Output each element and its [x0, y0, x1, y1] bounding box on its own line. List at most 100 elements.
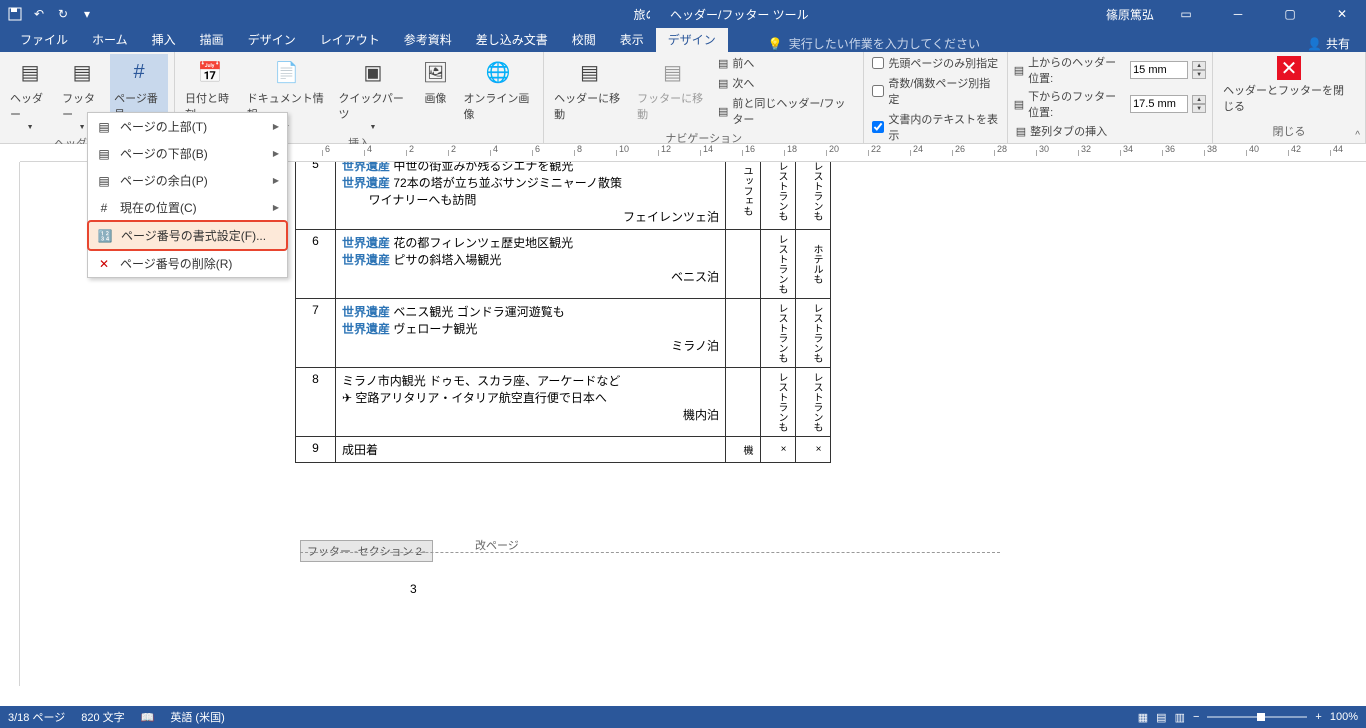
- footer-pos-icon: ▤: [1014, 98, 1024, 111]
- header-icon: ▤: [14, 56, 46, 88]
- insert-align-tab-button[interactable]: ▤整列タブの挿入: [1014, 122, 1206, 140]
- next-icon: ▤: [718, 77, 728, 90]
- group-label-close: 閉じる: [1219, 121, 1359, 141]
- context-tab-label: ヘッダー/フッター ツール: [650, 2, 829, 27]
- page-bottom-icon: ▤: [96, 146, 112, 162]
- close-button[interactable]: ✕: [1322, 0, 1362, 28]
- show-document-text-check[interactable]: 文書内のテキストを表示: [870, 110, 1000, 144]
- language-indicator[interactable]: 英語 (米国): [170, 709, 224, 725]
- bulb-icon: 💡: [768, 37, 783, 51]
- tab-view[interactable]: 表示: [608, 27, 656, 52]
- tab-insert[interactable]: 挿入: [140, 27, 188, 52]
- tab-draw[interactable]: 描画: [188, 27, 236, 52]
- image-icon: 🖼: [419, 56, 451, 88]
- footer-icon: ▤: [66, 56, 98, 88]
- vertical-ruler[interactable]: [0, 162, 20, 686]
- calendar-icon: 📅: [194, 56, 226, 88]
- quick-access-toolbar: ↶ ↻ ▾: [0, 3, 102, 25]
- footer-boundary: [300, 552, 1000, 553]
- menu-current-position[interactable]: #現在の位置(C)▶: [88, 194, 287, 221]
- footer-section-marker: フッター -セクション 2-: [300, 540, 433, 562]
- table-row: 7 世界遺産 ベニス観光 ゴンドラ運河遊覧も 世界遺産 ヴェローナ観光 ミラノ泊…: [296, 299, 831, 368]
- menu-page-bottom[interactable]: ▤ページの下部(B)▶: [88, 140, 287, 167]
- different-first-page-check[interactable]: 先頭ページのみ別指定: [870, 54, 1000, 72]
- page-break-label: 改ページ: [475, 537, 519, 553]
- quickparts-icon: ▣: [357, 56, 389, 88]
- pictures-button[interactable]: 🖼画像: [415, 54, 455, 108]
- quick-parts-button[interactable]: ▣クイックパーツ▼: [334, 54, 411, 133]
- spin-up[interactable]: ▲: [1192, 61, 1206, 70]
- qat-more[interactable]: ▾: [76, 3, 98, 25]
- footer-page-number[interactable]: 3: [410, 582, 417, 596]
- close-hf-button[interactable]: ✕ヘッダーとフッターを閉じる: [1219, 54, 1359, 116]
- remove-icon: ✕: [96, 256, 112, 272]
- link-previous-button[interactable]: ▤前と同じヘッダー/フッター: [716, 94, 857, 128]
- proofing-icon[interactable]: 📖: [141, 711, 155, 724]
- format-icon: 🔢: [97, 228, 113, 244]
- tab-layout[interactable]: レイアウト: [308, 27, 392, 52]
- header-position-input[interactable]: [1130, 61, 1188, 79]
- tab-design[interactable]: デザイン: [236, 27, 308, 52]
- spin-down[interactable]: ▼: [1192, 70, 1206, 79]
- redo-button[interactable]: ↻: [52, 3, 74, 25]
- docinfo-icon: 📄: [271, 56, 303, 88]
- zoom-in-button[interactable]: +: [1315, 711, 1321, 723]
- pagenum-icon: #: [123, 56, 155, 88]
- zoom-slider[interactable]: [1207, 716, 1307, 718]
- page-number-menu: ▤ページの上部(T)▶ ▤ページの下部(B)▶ ▤ページの余白(P)▶ #現在の…: [87, 112, 288, 278]
- header-button[interactable]: ▤ヘッダー▼: [6, 54, 54, 133]
- tab-hf-design[interactable]: デザイン: [656, 27, 728, 52]
- page-top-icon: ▤: [96, 119, 112, 135]
- titlebar: ↶ ↻ ▾ 旅のしおり - Word ヘッダー/フッター ツール 篠原篤弘 ▭ …: [0, 0, 1366, 28]
- ribbon-tabs: ファイル ホーム 挿入 描画 デザイン レイアウト 参考資料 差し込み文書 校閲…: [0, 28, 1366, 52]
- header-pos-icon: ▤: [1014, 64, 1024, 77]
- tell-me-search[interactable]: 💡 実行したい作業を入力してください: [768, 35, 980, 52]
- online-image-icon: 🌐: [482, 56, 514, 88]
- online-pictures-button[interactable]: 🌐オンライン画像: [459, 54, 537, 124]
- view-print-button[interactable]: ▤: [1156, 711, 1166, 724]
- ribbon-options-button[interactable]: ▭: [1166, 0, 1206, 28]
- maximize-button[interactable]: ▢: [1270, 0, 1310, 28]
- menu-remove-page-numbers[interactable]: ✕ページ番号の削除(R): [88, 250, 287, 277]
- table-row: 9 成田着 機 × ×: [296, 437, 831, 463]
- close-hf-icon: ✕: [1277, 56, 1301, 80]
- prev-section-button[interactable]: ▤前へ: [716, 54, 857, 72]
- share-icon: 👤: [1307, 37, 1322, 51]
- user-name: 篠原篤弘: [1106, 6, 1154, 23]
- footer-position-input[interactable]: [1130, 95, 1188, 113]
- different-odd-even-check[interactable]: 奇数/偶数ページ別指定: [870, 74, 1000, 108]
- minimize-button[interactable]: ─: [1218, 0, 1258, 28]
- goto-header-icon: ▤: [574, 56, 606, 88]
- word-count[interactable]: 820 文字: [81, 709, 124, 725]
- zoom-out-button[interactable]: −: [1193, 711, 1199, 723]
- menu-page-top[interactable]: ▤ページの上部(T)▶: [88, 113, 287, 140]
- goto-footer-icon: ▤: [657, 56, 689, 88]
- link-icon: ▤: [718, 105, 728, 118]
- align-tab-icon: ▤: [1016, 125, 1026, 138]
- page-margin-icon: ▤: [96, 173, 112, 189]
- goto-header-button[interactable]: ▤ヘッダーに移動: [550, 54, 629, 124]
- tab-review[interactable]: 校閲: [560, 27, 608, 52]
- menu-format-page-numbers[interactable]: 🔢ページ番号の書式設定(F)...: [87, 220, 288, 251]
- collapse-ribbon-button[interactable]: ^: [1355, 130, 1360, 141]
- next-section-button[interactable]: ▤次へ: [716, 74, 857, 92]
- undo-button[interactable]: ↶: [28, 3, 50, 25]
- ribbon: ▤ヘッダー▼ ▤フッター▼ #ページ番号▼ ヘッダーとフ 📅日付と時刻 📄ドキュ…: [0, 52, 1366, 144]
- table-row: 6 世界遺産 花の都フィレンツェ歴史地区観光 世界遺産 ピサの斜塔入場観光 ベニ…: [296, 230, 831, 299]
- tab-mailings[interactable]: 差し込み文書: [464, 27, 560, 52]
- goto-footer-button: ▤フッターに移動: [633, 54, 712, 124]
- view-web-button[interactable]: ▥: [1175, 711, 1185, 724]
- spin-up[interactable]: ▲: [1192, 95, 1206, 104]
- tab-references[interactable]: 参考資料: [392, 27, 464, 52]
- view-read-button[interactable]: ▦: [1138, 711, 1148, 724]
- page-indicator[interactable]: 3/18 ページ: [8, 709, 65, 725]
- save-button[interactable]: [4, 3, 26, 25]
- status-bar: 3/18 ページ 820 文字 📖 英語 (米国) ▦ ▤ ▥ − + 100%: [0, 706, 1366, 728]
- spin-down[interactable]: ▼: [1192, 104, 1206, 113]
- tab-file[interactable]: ファイル: [8, 27, 80, 52]
- share-button[interactable]: 👤 共有: [1307, 35, 1350, 52]
- zoom-level[interactable]: 100%: [1330, 711, 1358, 723]
- menu-page-margin[interactable]: ▤ページの余白(P)▶: [88, 167, 287, 194]
- table-row: 5 世界遺産 中世の街並みが残るシエナを観光 世界遺産 72本の塔が立ち並ぶサン…: [296, 162, 831, 230]
- tab-home[interactable]: ホーム: [80, 27, 140, 52]
